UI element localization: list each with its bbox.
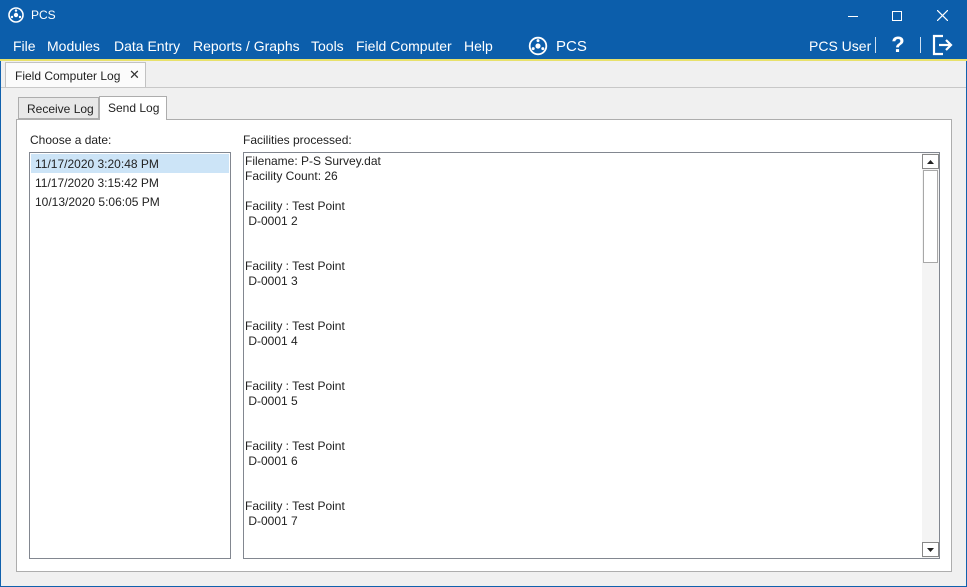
tab-send-log[interactable]: Send Log [99, 96, 167, 120]
close-tab-icon[interactable]: ✕ [129, 67, 140, 83]
date-list[interactable]: 11/17/2020 3:20:48 PM 11/17/2020 3:15:42… [29, 152, 231, 559]
menu-file[interactable]: File [13, 38, 36, 54]
help-icon: ? [891, 32, 905, 57]
title-bar: PCS [0, 0, 967, 31]
date-text: 11/17/2020 3:20:48 PM [35, 157, 159, 171]
scroll-up-icon [927, 159, 934, 164]
menu-data-entry[interactable]: Data Entry [114, 38, 180, 54]
send-log-panel: Choose a date: Facilities processed: 11/… [16, 119, 952, 572]
close-button[interactable] [919, 0, 965, 31]
choose-date-label: Choose a date: [30, 133, 112, 147]
separator [920, 37, 921, 53]
menu-modules[interactable]: Modules [47, 38, 100, 54]
menu-tools[interactable]: Tools [311, 38, 344, 54]
tab-field-computer-log[interactable]: Field Computer Log ✕ [5, 62, 146, 87]
scroll-thumb[interactable] [923, 170, 938, 263]
pcs-app-icon [8, 7, 24, 23]
user-name[interactable]: PCS User [809, 38, 871, 54]
scroll-down-icon [927, 547, 934, 552]
list-item[interactable]: 11/17/2020 3:15:42 PM [31, 173, 229, 192]
document-tab-strip: Field Computer Log ✕ [1, 61, 966, 88]
date-text: 10/13/2020 5:06:05 PM [35, 195, 160, 209]
date-text: 11/17/2020 3:15:42 PM [35, 176, 159, 190]
window-title: PCS [31, 8, 56, 22]
maximize-icon [892, 10, 902, 21]
close-icon [936, 10, 948, 21]
list-item[interactable]: 11/17/2020 3:20:48 PM [31, 154, 229, 173]
menu-help[interactable]: Help [464, 38, 493, 54]
logout-icon[interactable] [931, 34, 955, 56]
menu-reports-graphs[interactable]: Reports / Graphs [193, 38, 300, 54]
list-item[interactable]: 10/13/2020 5:06:05 PM [31, 192, 229, 211]
facilities-log-textbox[interactable]: Filename: P-S Survey.dat Facility Count:… [243, 152, 940, 559]
scroll-up-button[interactable] [922, 154, 939, 169]
vertical-scrollbar[interactable] [922, 153, 939, 558]
tab-receive-log[interactable]: Receive Log [18, 97, 99, 119]
tab-label: Field Computer Log [15, 69, 121, 83]
maximize-button[interactable] [874, 0, 920, 31]
minimize-button[interactable] [830, 0, 876, 31]
tab-label: Send Log [108, 101, 160, 115]
scroll-down-button[interactable] [922, 542, 939, 557]
menu-field-computer[interactable]: Field Computer [356, 38, 452, 54]
pcs-logo-text: PCS [556, 38, 587, 55]
tab-label: Receive Log [27, 102, 94, 116]
separator [875, 37, 876, 53]
help-button[interactable]: ? [887, 32, 909, 58]
minimize-icon [848, 15, 858, 17]
facilities-processed-label: Facilities processed: [243, 133, 352, 147]
pcs-logo-icon [528, 36, 548, 56]
log-text: Filename: P-S Survey.dat Facility Count:… [245, 154, 381, 528]
main-content: Field Computer Log ✕ Receive Log Send Lo… [1, 61, 966, 586]
